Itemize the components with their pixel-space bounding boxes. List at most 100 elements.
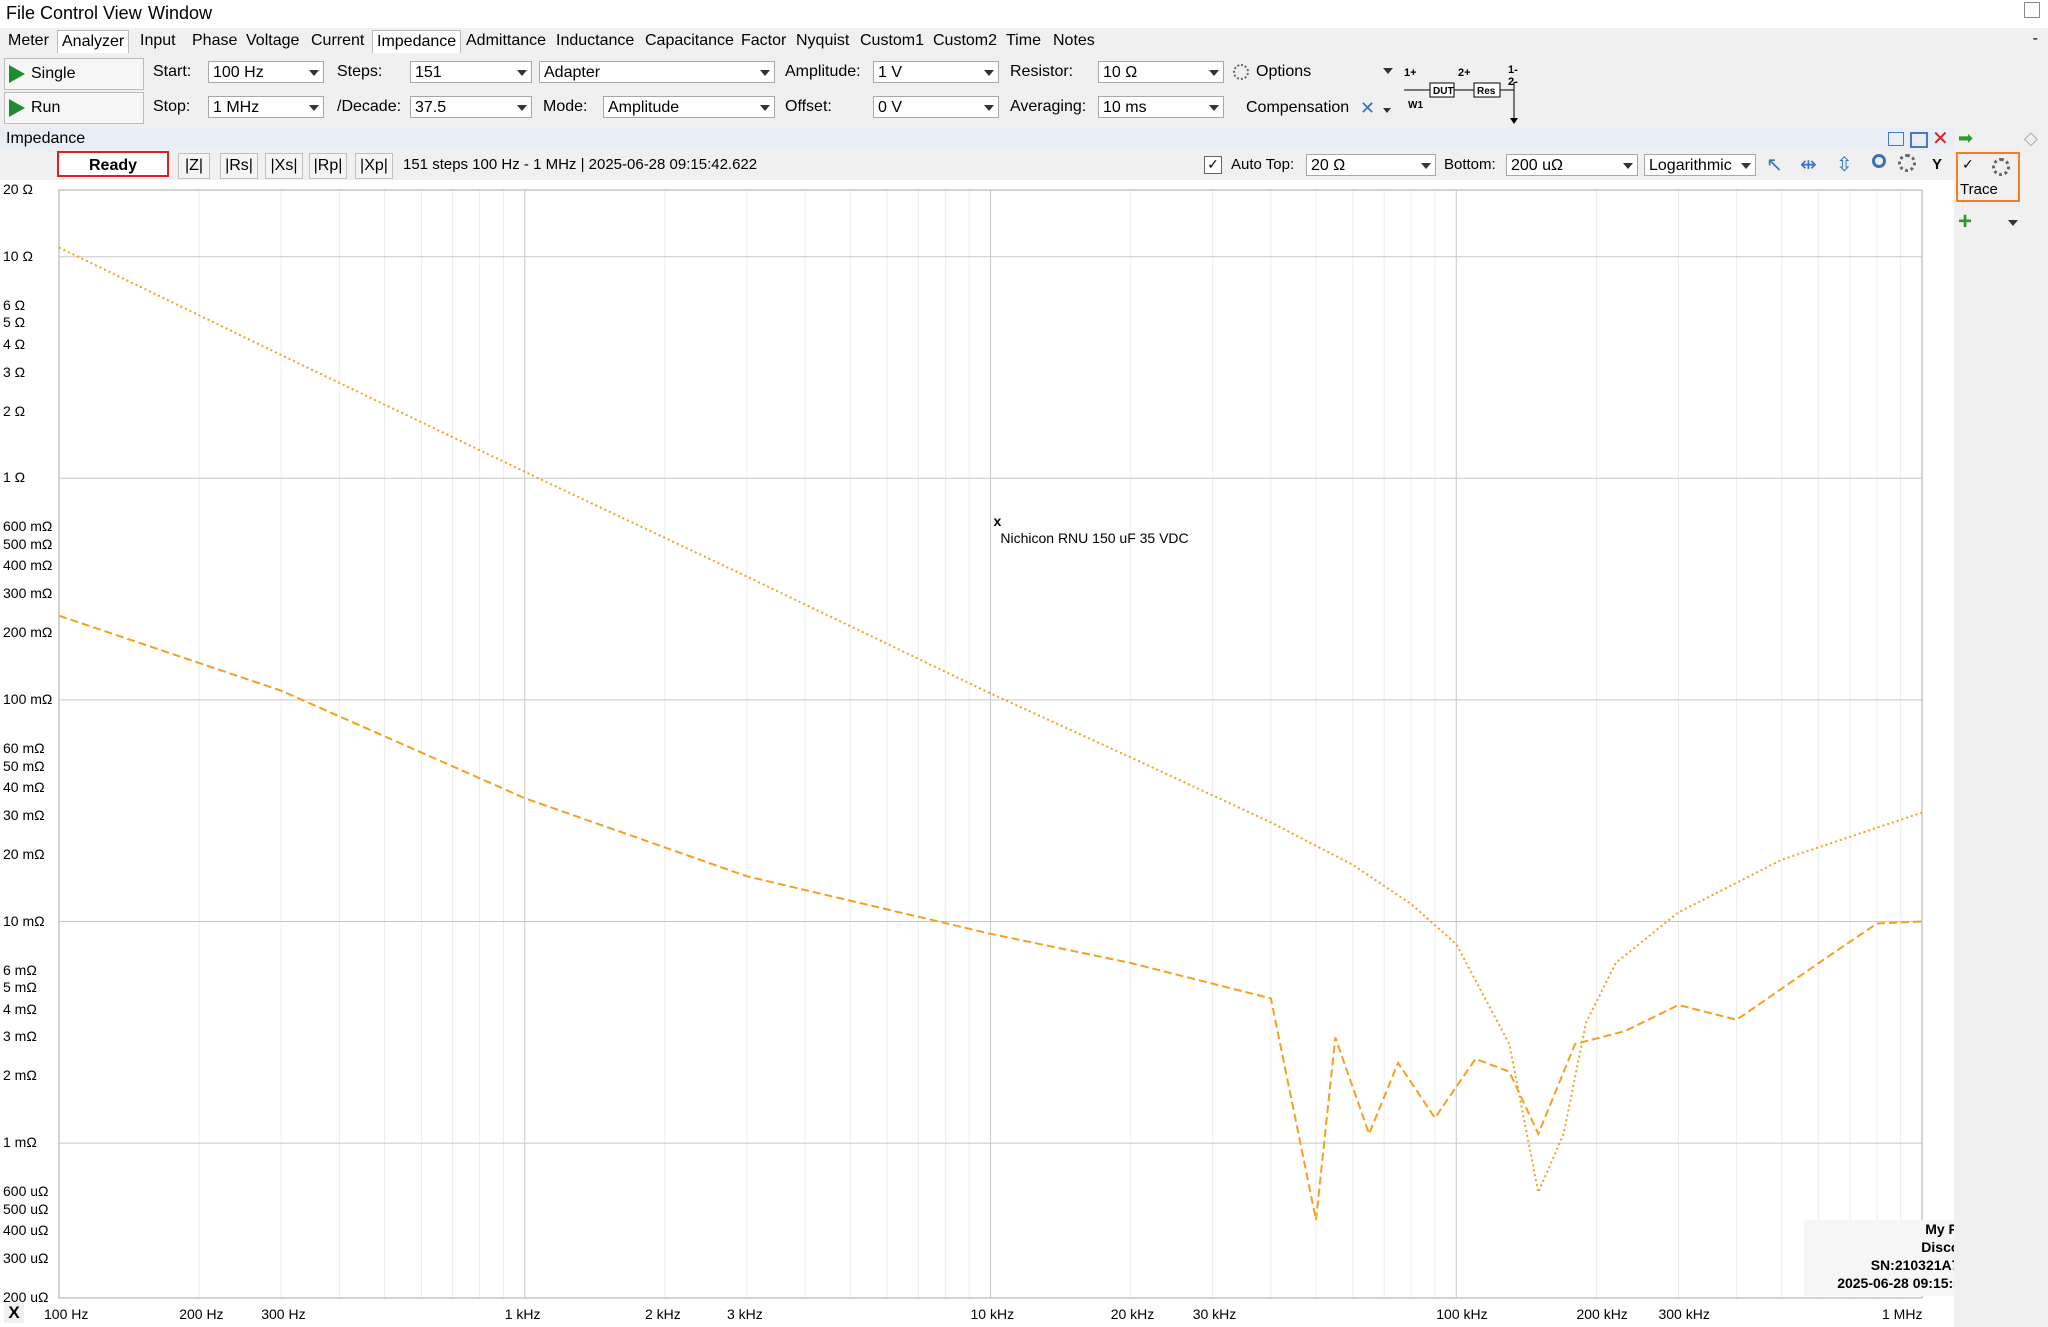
tab-meter[interactable]: Meter — [4, 30, 53, 52]
trace-button-xs[interactable]: |Xs| — [265, 153, 303, 179]
run-button[interactable]: Run — [4, 92, 144, 124]
chevron-down-icon — [984, 70, 994, 76]
decade-select[interactable]: 37.5 — [410, 96, 532, 118]
tab-notes[interactable]: Notes — [1049, 30, 1099, 52]
arrow-right-icon[interactable]: ➡ — [1958, 128, 1973, 149]
mode-select[interactable]: Amplitude — [603, 96, 775, 118]
start-frequency-select[interactable]: 100 Hz — [208, 61, 324, 83]
menu-window[interactable]: Window — [148, 3, 212, 24]
chevron-down-icon — [1421, 163, 1431, 169]
tab-impedance[interactable]: Impedance — [372, 30, 462, 53]
auto-top-checkbox[interactable]: ✓ — [1204, 156, 1222, 174]
chevron-down-icon — [760, 70, 770, 76]
adapter-select[interactable]: Adapter — [539, 61, 775, 83]
tab-inductance[interactable]: Inductance — [552, 30, 638, 52]
y-tick-label: 300 mΩ — [3, 585, 53, 602]
vertical-cursor-icon[interactable]: ⇳ — [1836, 152, 1853, 177]
impedance-chart[interactable]: Nichicon RNU 150 uF 35 VDC x — [0, 180, 1954, 1327]
trace-panel: ➡ ◇ ✓ Trace + — [1954, 128, 2048, 1327]
window-restore-icon[interactable] — [2024, 2, 2040, 18]
menu-control[interactable]: Control — [40, 3, 98, 24]
options-button[interactable]: Options — [1256, 63, 1311, 81]
cursor-arrow-icon[interactable]: ↖ — [1766, 152, 1783, 177]
scale-select[interactable]: Logarithmic — [1644, 154, 1756, 176]
chevron-down-icon — [1623, 163, 1633, 169]
chevron-down-icon[interactable] — [2008, 220, 2018, 226]
y-tick-label: 500 mΩ — [3, 536, 53, 553]
single-button[interactable]: Single — [4, 58, 144, 90]
tabbar-collapse[interactable]: - — [2033, 30, 2038, 48]
window-minimize-icon[interactable] — [1888, 132, 1904, 146]
x-axis-button[interactable]: X — [4, 1303, 24, 1323]
resistor-value: 10 Ω — [1103, 64, 1138, 81]
chevron-down-icon — [760, 105, 770, 111]
trace-settings-box[interactable]: ✓ Trace — [1956, 152, 2020, 202]
stop-frequency-select[interactable]: 1 MHz — [208, 96, 324, 118]
resistor-select[interactable]: 10 Ω — [1098, 61, 1224, 83]
horizontal-cursor-icon[interactable]: ⇹ — [1800, 152, 1817, 177]
chevron-down-icon — [309, 70, 319, 76]
trace-button-z[interactable]: |Z| — [178, 153, 210, 179]
y-tick-label: 5 mΩ — [3, 979, 37, 996]
window-close-icon[interactable]: ✕ — [1932, 128, 1949, 150]
y-tick-label: 600 mΩ — [3, 518, 53, 535]
chevron-down-icon[interactable] — [1383, 108, 1391, 113]
chevron-down-icon[interactable] — [1383, 68, 1393, 74]
gear-icon[interactable] — [1992, 158, 2010, 176]
x-tick-label: 1 kHz — [504, 1306, 541, 1322]
scale-value: Logarithmic — [1649, 157, 1732, 174]
tab-capacitance[interactable]: Capacitance — [641, 30, 738, 52]
add-trace-icon[interactable]: + — [1958, 208, 1972, 236]
tab-time[interactable]: Time — [1002, 30, 1045, 52]
y-tick-label: 2 Ω — [3, 402, 26, 419]
mode-label: Mode: — [543, 98, 588, 115]
gear-icon[interactable] — [1898, 154, 1916, 172]
y-tick-label: 10 Ω — [3, 247, 33, 264]
bottom-value-select[interactable]: 200 uΩ — [1506, 154, 1638, 176]
tab-factor[interactable]: Factor — [737, 30, 790, 52]
menu-view[interactable]: View — [103, 3, 142, 24]
y-tick-label: 2 mΩ — [3, 1067, 37, 1084]
tab-analyzer[interactable]: Analyzer — [57, 30, 130, 53]
marker-x-icon: x — [994, 513, 1002, 529]
tab-phase[interactable]: Phase — [188, 30, 241, 52]
x-tick-label: 100 kHz — [1436, 1306, 1488, 1322]
tab-custom1[interactable]: Custom1 — [856, 30, 928, 52]
zoom-icon[interactable] — [1872, 154, 1886, 168]
circuit-diagram-icon: 1+ 2+ 1- 2- DUT Res W1 — [1404, 64, 1518, 124]
offset-select[interactable]: 0 V — [873, 96, 999, 118]
tab-admittance[interactable]: Admittance — [462, 30, 550, 52]
analyzer-toolbar: Single Run Start: 100 Hz Stop: 1 MHz Ste… — [0, 54, 2048, 129]
steps-select[interactable]: 151 — [410, 61, 532, 83]
run-label: Run — [31, 99, 61, 116]
wrench-icon[interactable]: ✕ — [1360, 98, 1375, 119]
menu-file[interactable]: File — [6, 3, 35, 24]
y-tick-label: 400 uΩ — [3, 1222, 49, 1239]
y-tick-label: 20 mΩ — [3, 845, 45, 862]
trace-button-rp[interactable]: |Rp| — [309, 153, 347, 179]
averaging-select[interactable]: 10 ms — [1098, 96, 1224, 118]
y-axis-button[interactable]: Y — [1932, 156, 1942, 173]
y-tick-label: 400 mΩ — [3, 557, 53, 574]
trace-button-xp[interactable]: |Xp| — [355, 153, 393, 179]
amplitude-select[interactable]: 1 V — [873, 61, 999, 83]
auto-top-label: Auto Top: — [1231, 156, 1295, 173]
play-icon — [9, 99, 25, 117]
tab-input[interactable]: Input — [136, 30, 180, 52]
mode-value: Amplitude — [608, 99, 680, 116]
tab-nyquist[interactable]: Nyquist — [792, 30, 853, 52]
scroll-up-icon[interactable]: ◇ — [2024, 128, 2038, 149]
x-tick-label: 300 Hz — [261, 1306, 306, 1322]
y-tick-label: 200 mΩ — [3, 624, 53, 641]
trace-checkbox[interactable]: ✓ — [1962, 156, 1974, 173]
top-value-select[interactable]: 20 Ω — [1306, 154, 1436, 176]
tab-current[interactable]: Current — [307, 30, 368, 52]
x-tick-label: 20 kHz — [1110, 1306, 1155, 1322]
tab-custom2[interactable]: Custom2 — [929, 30, 1001, 52]
trace-button-rs[interactable]: |Rs| — [220, 153, 258, 179]
y-tick-label: 600 uΩ — [3, 1183, 49, 1200]
tab-voltage[interactable]: Voltage — [242, 30, 303, 52]
window-maximize-icon[interactable] — [1910, 132, 1928, 148]
bottom-label: Bottom: — [1444, 156, 1496, 173]
chevron-down-icon — [1209, 105, 1219, 111]
